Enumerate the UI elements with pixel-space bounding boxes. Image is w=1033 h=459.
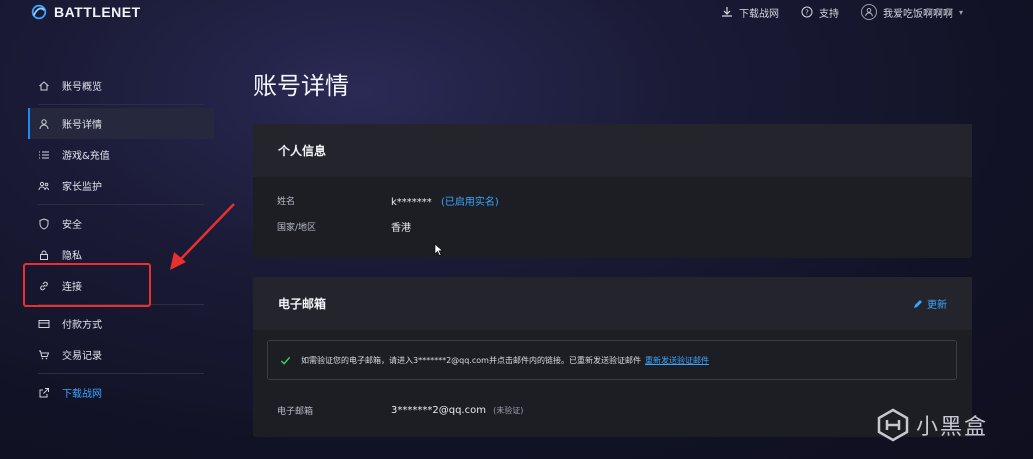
- brand-name: BATTLENET: [54, 4, 141, 20]
- support-label: 支持: [818, 8, 839, 20]
- email-status: (未验证): [493, 405, 524, 415]
- sidebar-item-label: 下载战网: [62, 389, 102, 400]
- card-icon: [38, 319, 50, 328]
- sidebar-item-label: 家长监护: [62, 182, 102, 193]
- download-button[interactable]: 下载战网: [721, 5, 779, 20]
- xiaoheihe-logo-icon: [877, 408, 909, 442]
- mouse-cursor-icon: [434, 243, 444, 256]
- sidebar-item-label: 游戏&充值: [62, 151, 110, 162]
- battlenet-logo-icon: [31, 4, 47, 20]
- lock-icon: [40, 250, 48, 260]
- watermark: 小黑盒: [876, 408, 988, 442]
- name-label: 姓名: [277, 196, 296, 207]
- top-bar: BATTLENET 下载战网 ? 支持 我爱吃饭啊啊啊 ▾: [0, 0, 1033, 26]
- check-icon: [280, 356, 291, 365]
- email-value: 3*******2@qq.com (未验证): [391, 405, 523, 416]
- verification-notice-text: 如需验证您的电子邮箱，请进入3*******2@qq.com并点击邮件内的链接。…: [301, 355, 641, 365]
- avatar: [860, 4, 877, 20]
- sidebar-item-label: 付款方式: [62, 320, 102, 331]
- verification-notice: 如需验证您的电子邮箱，请进入3*******2@qq.com并点击邮件内的链接。…: [267, 340, 957, 380]
- email-label: 电子邮箱: [277, 406, 314, 417]
- sidebar-divider: [38, 104, 204, 105]
- annotation-arrow-icon: [170, 203, 235, 270]
- sidebar-item-label: 安全: [62, 220, 82, 231]
- home-icon: [39, 80, 49, 90]
- top-nav: 下载战网 ? 支持 我爱吃饭啊啊啊 ▾: [721, 4, 963, 20]
- sidebar-item-games[interactable]: 游戏&充值: [28, 139, 214, 170]
- resend-verification-link[interactable]: 重新发送验证邮件: [645, 355, 709, 366]
- region-label: 国家/地区: [277, 222, 317, 233]
- page-title: 账号详情: [253, 72, 349, 100]
- user-avatar-icon: [865, 8, 873, 17]
- watermark-text: 小黑盒: [916, 415, 989, 440]
- list-icon: [39, 151, 49, 158]
- support-button[interactable]: ? 支持: [801, 5, 839, 20]
- svg-text:?: ?: [805, 9, 809, 17]
- sidebar-item-download[interactable]: 下载战网: [28, 377, 214, 408]
- shield-icon: [39, 217, 49, 230]
- update-email-label: 更新: [927, 300, 947, 311]
- email-title: 电子邮箱: [278, 297, 327, 311]
- cart-icon: [39, 350, 50, 359]
- sidebar-item-account-details[interactable]: 账号详情: [28, 108, 214, 139]
- sidebar-item-payment[interactable]: 付款方式: [28, 308, 214, 339]
- personal-info-title: 个人信息: [278, 144, 327, 158]
- annotation-highlight-box: [23, 263, 151, 307]
- name-value: k******* (已启用实名): [391, 193, 499, 208]
- sidebar-item-label: 账号详情: [62, 120, 102, 131]
- email-card: 电子邮箱 更新 如需验证您的电子邮箱，请进入3*******2@qq.com并点…: [253, 277, 972, 437]
- battlenet-logo[interactable]: BATTLENET: [30, 3, 141, 21]
- user-name: 我爱吃饭啊啊啊: [882, 8, 953, 20]
- sidebar-item-transactions[interactable]: 交易记录: [28, 339, 214, 370]
- pencil-icon: [914, 299, 922, 308]
- personal-info-card: 个人信息 姓名 k******* (已启用实名) 国家/地区 香港: [253, 124, 972, 258]
- download-icon: [721, 7, 732, 17]
- personal-info-header: 个人信息: [253, 124, 972, 177]
- sidebar-item-label: 账号概览: [62, 82, 102, 93]
- sidebar-item-parental[interactable]: 家长监护: [28, 170, 214, 201]
- update-email-button[interactable]: 更新: [913, 296, 947, 311]
- real-name-badge: (已启用实名): [440, 196, 499, 208]
- email-header: 电子邮箱 更新: [253, 277, 972, 330]
- help-icon: ?: [801, 6, 813, 18]
- sidebar-divider: [38, 373, 204, 374]
- chevron-down-icon: ▾: [958, 7, 963, 17]
- email-text: 3*******2@qq.com: [391, 404, 486, 416]
- region-value: 香港: [391, 222, 411, 234]
- user-menu[interactable]: 我爱吃饭啊啊啊 ▾: [860, 4, 963, 20]
- user-icon: [39, 118, 49, 129]
- sidebar-item-overview[interactable]: 账号概览: [28, 70, 214, 101]
- external-link-icon: [39, 387, 49, 397]
- family-icon: [38, 181, 49, 190]
- sidebar-item-label: 隐私: [62, 251, 82, 262]
- download-label: 下载战网: [738, 8, 779, 20]
- name-text: k*******: [391, 196, 432, 208]
- sidebar-item-label: 交易记录: [62, 351, 102, 362]
